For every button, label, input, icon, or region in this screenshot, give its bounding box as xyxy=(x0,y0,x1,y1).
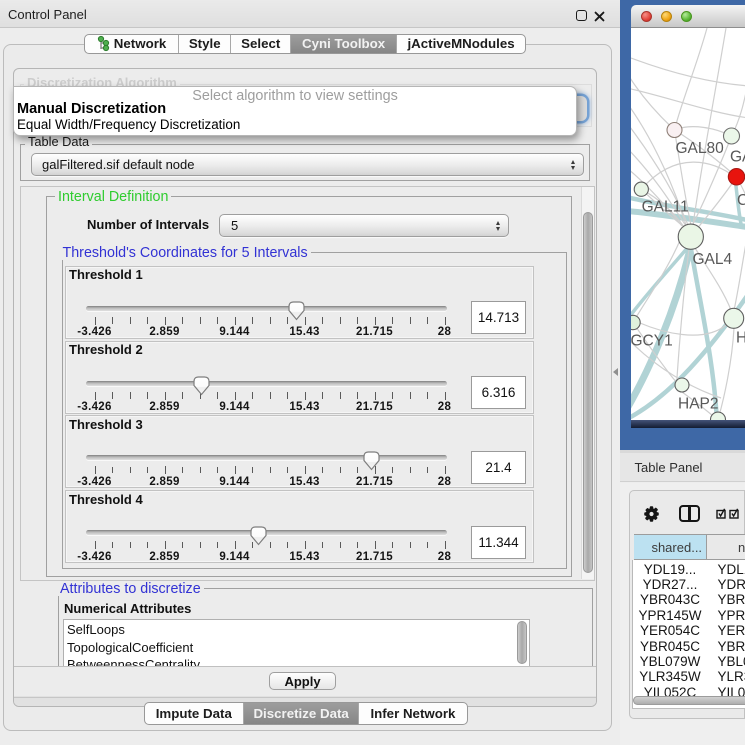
svg-text:GAL4: GAL4 xyxy=(693,251,733,268)
svg-text:GAL80: GAL80 xyxy=(676,140,725,157)
svg-text:H: H xyxy=(736,330,745,347)
svg-text:GA: GA xyxy=(730,149,745,166)
svg-text:GAL11: GAL11 xyxy=(642,199,689,216)
svg-text:HAP2: HAP2 xyxy=(678,396,719,413)
svg-text:C: C xyxy=(737,192,745,209)
svg-text:GCY1: GCY1 xyxy=(631,333,673,350)
